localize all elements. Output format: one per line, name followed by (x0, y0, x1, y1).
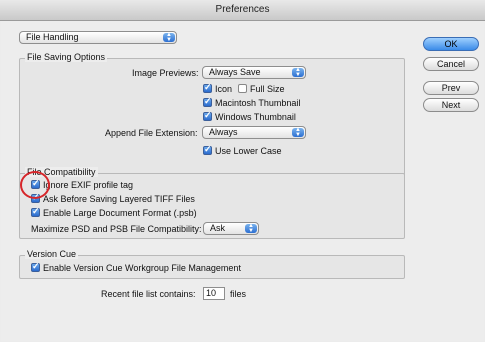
image-previews-label: Image Previews: (132, 68, 199, 78)
macintosh-thumbnail-checkbox[interactable] (203, 96, 212, 107)
section-select[interactable]: File Handling ▲ ▼ (19, 31, 177, 44)
append-extension-label: Append File Extension: (105, 128, 198, 138)
windows-thumbnail-label: Windows Thumbnail (215, 112, 296, 122)
section-select-value: File Handling (26, 32, 79, 42)
next-button[interactable]: Next (423, 98, 479, 112)
icon-label: Icon (215, 84, 233, 94)
file-saving-title: File Saving Options (25, 52, 108, 62)
large-document-label: Enable Large Document Format (.psb) (43, 208, 197, 218)
cancel-button[interactable]: Cancel (423, 57, 479, 71)
prev-button[interactable]: Prev (423, 81, 479, 95)
version-cue-checkbox[interactable] (31, 261, 40, 272)
append-extension-select[interactable]: Always ▲ ▼ (202, 126, 306, 139)
annotation-circle (20, 171, 50, 199)
ask-tiff-label: Ask Before Saving Layered TIFF Files (43, 194, 195, 204)
ok-button[interactable]: OK (423, 37, 479, 51)
maximize-compatibility-select[interactable]: Ask ▲ ▼ (203, 222, 259, 235)
recent-files-label: Recent file list contains: (101, 289, 196, 299)
image-previews-select[interactable]: Always Save ▲ ▼ (202, 66, 306, 79)
popup-arrows-icon: ▲ ▼ (292, 67, 304, 78)
maximize-compatibility-value: Ask (210, 223, 226, 233)
large-document-checkbox[interactable] (31, 206, 40, 217)
title-bar: Preferences (0, 0, 485, 21)
full-size-checkbox[interactable] (238, 84, 247, 93)
window-title: Preferences (215, 4, 270, 15)
popup-arrows-icon: ▲ ▼ (163, 32, 175, 43)
recent-files-input[interactable]: 10 (203, 287, 225, 300)
lower-case-checkbox[interactable] (203, 144, 212, 155)
preferences-window: File Handling ▲ ▼ OK Cancel Prev Next Fil… (1, 21, 484, 341)
macintosh-thumbnail-label: Macintosh Thumbnail (215, 98, 301, 108)
append-extension-value: Always (209, 127, 238, 137)
popup-arrows-icon: ▲ ▼ (292, 127, 304, 138)
windows-thumbnail-checkbox[interactable] (203, 110, 212, 121)
icon-checkbox[interactable] (203, 82, 212, 93)
version-cue-label: Enable Version Cue Workgroup File Manage… (43, 263, 241, 273)
image-previews-value: Always Save (209, 67, 261, 77)
version-cue-title: Version Cue (25, 249, 79, 259)
maximize-compatibility-label: Maximize PSD and PSB File Compatibility: (31, 224, 202, 234)
recent-files-suffix: files (230, 289, 247, 299)
lower-case-label: Use Lower Case (215, 146, 282, 156)
ignore-exif-label: Ignore EXIF profile tag (43, 180, 134, 190)
popup-arrows-icon: ▲ ▼ (245, 223, 257, 234)
full-size-label: Full Size (250, 84, 285, 94)
